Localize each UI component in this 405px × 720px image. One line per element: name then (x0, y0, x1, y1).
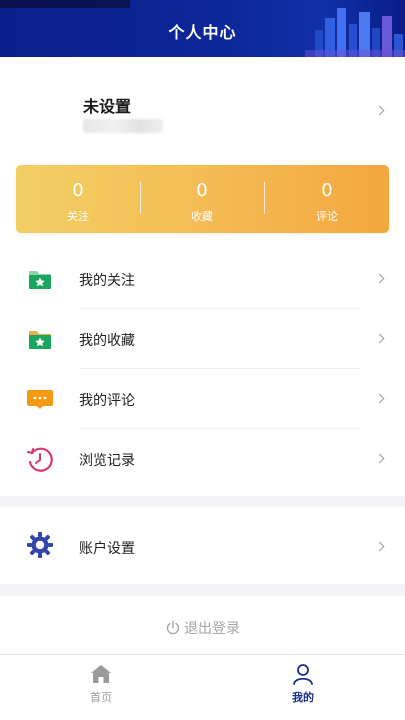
tab-home[interactable]: 首页 (0, 655, 202, 720)
menu-item-label: 我的评论 (79, 393, 135, 409)
stat-favorites[interactable]: 0 收藏 (140, 165, 264, 233)
app-header: 个人中心 (0, 0, 405, 57)
stat-follow[interactable]: 0 关注 (16, 165, 140, 233)
menu-item-label: 我的关注 (79, 273, 135, 289)
stat-value: 0 (196, 180, 208, 201)
logout-label: 退出登录 (184, 621, 240, 637)
bottom-tab-bar: 首页 我的 (0, 654, 405, 720)
logout-button[interactable]: 退出登录 (0, 618, 405, 638)
settings-label: 账户设置 (79, 541, 135, 557)
profile-name: 未设置 (83, 97, 132, 116)
stat-label: 关注 (67, 210, 89, 223)
home-icon (91, 665, 111, 683)
chevron-right-icon (374, 273, 385, 284)
power-icon (166, 620, 180, 635)
profile-subtitle-blurred (83, 119, 163, 133)
stat-value: 0 (72, 180, 84, 201)
chevron-right-icon (374, 333, 385, 344)
tab-mine[interactable]: 我的 (202, 655, 404, 720)
stats-card: 0 关注 0 收藏 0 评论 (16, 165, 389, 233)
stat-label: 收藏 (191, 210, 213, 223)
chevron-right-icon (374, 453, 385, 464)
stat-comments[interactable]: 0 评论 (265, 165, 389, 233)
menu-item-label: 浏览记录 (79, 453, 135, 469)
menu-item-my-follows[interactable]: 我的关注 (0, 249, 405, 309)
profile-card[interactable]: 未设置 (0, 57, 405, 165)
menu-item-browse-history[interactable]: 浏览记录 (0, 429, 405, 489)
comment-icon (27, 390, 53, 409)
tab-label: 首页 (90, 691, 112, 704)
chevron-right-icon (374, 393, 385, 404)
status-bar (0, 0, 130, 8)
folder-star-icon (29, 271, 51, 289)
stat-value: 0 (321, 180, 333, 201)
history-icon (27, 447, 53, 472)
account-settings-row[interactable]: 账户设置 (0, 507, 405, 584)
skyline-decoration (305, 8, 405, 57)
user-icon (293, 664, 313, 685)
stat-label: 评论 (316, 210, 338, 223)
screen: 个人中心 未设置 0 关注 0 收藏 0 评论 我的关注 我的收藏 我的评论 浏… (0, 0, 405, 720)
menu-item-my-favorites[interactable]: 我的收藏 (0, 309, 405, 369)
tab-label: 我的 (292, 691, 314, 704)
menu-item-label: 我的收藏 (79, 333, 135, 349)
menu-item-my-comments[interactable]: 我的评论 (0, 369, 405, 429)
gear-icon (27, 532, 53, 558)
chevron-right-icon (374, 541, 385, 552)
logout-row[interactable]: 退出登录 (0, 596, 405, 654)
chevron-right-icon (374, 105, 385, 116)
folder-star-icon (29, 331, 51, 349)
menu-list: 我的关注 我的收藏 我的评论 浏览记录 (0, 240, 405, 496)
